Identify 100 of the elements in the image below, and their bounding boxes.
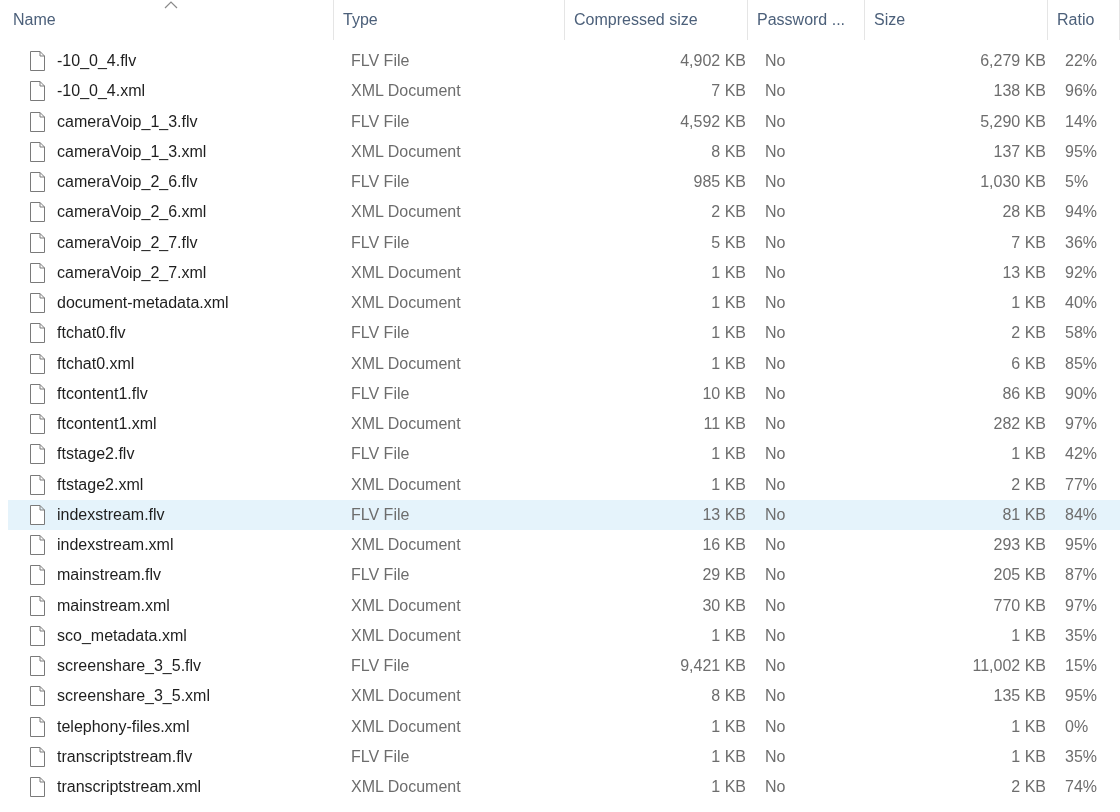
file-row[interactable]: screenshare_3_5.flv FLV File 9,421 KB No 11,002 KB 15% <box>8 651 1120 682</box>
table-cell: 92% <box>1065 263 1098 282</box>
table-cell: 7 KB <box>1011 233 1046 252</box>
table-cell: No <box>765 52 786 71</box>
file-row[interactable]: -10_0_4.flv FLV File 4,902 KB No 6,279 KB 22% <box>8 46 1120 77</box>
table-cell: 74% <box>1065 778 1098 797</box>
file-icon <box>30 686 45 707</box>
table-cell: 0% <box>1065 717 1089 736</box>
file-row[interactable]: transcriptstream.xml XML Document 1 KB No 2 KB 74% <box>8 772 1120 803</box>
table-cell: 29 KB <box>702 566 746 585</box>
file-row[interactable]: mainstream.xml XML Document 30 KB No 770 KB 97% <box>8 590 1120 621</box>
column-header[interactable]: Password ... <box>748 0 865 40</box>
table-cell: 9,421 KB <box>680 657 746 676</box>
file-name: telephony-files.xml <box>57 717 190 736</box>
table-cell: FLV File <box>351 324 410 343</box>
table-cell: 94% <box>1065 203 1098 222</box>
table-cell: 14% <box>1065 112 1098 131</box>
table-cell: No <box>765 505 786 524</box>
file-row[interactable]: ftcontent1.xml XML Document 11 KB No 282 KB 97% <box>8 409 1120 440</box>
table-cell: 86 KB <box>1002 384 1046 403</box>
table-cell: No <box>765 415 786 434</box>
file-name: ftstage2.flv <box>57 445 135 464</box>
table-cell: XML Document <box>351 717 461 736</box>
file-icon <box>30 414 45 435</box>
file-row[interactable]: cameraVoip_2_7.xml XML Document 1 KB No 13 KB 92% <box>8 257 1120 288</box>
table-cell: No <box>765 203 786 222</box>
file-icon <box>30 716 45 737</box>
file-name: indexstream.xml <box>57 536 174 555</box>
file-name: ftcontent1.flv <box>57 384 148 403</box>
table-cell: 42% <box>1065 445 1098 464</box>
file-row[interactable]: indexstream.flv FLV File 13 KB No 81 KB 84% <box>8 499 1120 530</box>
file-icon <box>30 293 45 314</box>
table-cell: No <box>765 82 786 101</box>
table-cell: FLV File <box>351 505 410 524</box>
table-cell: 11 KB <box>703 415 746 434</box>
table-cell: No <box>765 233 786 252</box>
table-cell: 8 KB <box>711 687 746 706</box>
table-cell: XML Document <box>351 354 461 373</box>
table-cell: XML Document <box>351 687 461 706</box>
table-cell: No <box>765 324 786 343</box>
table-cell: No <box>765 566 786 585</box>
file-row[interactable]: cameraVoip_1_3.flv FLV File 4,592 KB No 5,290 KB 14% <box>8 106 1120 137</box>
file-row[interactable]: telephony-files.xml XML Document 1 KB No 1 KB 0% <box>8 711 1120 742</box>
file-row[interactable]: cameraVoip_2_6.xml XML Document 2 KB No 28 KB 94% <box>8 197 1120 228</box>
file-row[interactable]: indexstream.xml XML Document 16 KB No 293 KB 95% <box>8 530 1120 561</box>
table-cell: 1 KB <box>711 747 746 766</box>
table-cell: No <box>765 687 786 706</box>
file-icon <box>30 172 45 193</box>
table-cell: 87% <box>1065 566 1098 585</box>
table-cell: 1 KB <box>711 717 746 736</box>
file-icon <box>30 111 45 132</box>
table-cell: 1 KB <box>1011 294 1046 313</box>
table-cell: 28 KB <box>1002 203 1046 222</box>
file-row[interactable]: ftstage2.flv FLV File 1 KB No 1 KB 42% <box>8 439 1120 470</box>
file-icon <box>30 323 45 344</box>
file-name: cameraVoip_2_6.xml <box>57 203 207 222</box>
table-cell: XML Document <box>351 626 461 645</box>
table-cell: 1 KB <box>711 354 746 373</box>
table-cell: 293 KB <box>993 536 1046 555</box>
table-cell: 205 KB <box>993 566 1046 585</box>
table-cell: FLV File <box>351 747 410 766</box>
file-row[interactable]: -10_0_4.xml XML Document 7 KB No 138 KB 96% <box>8 76 1120 107</box>
file-row[interactable]: ftchat0.xml XML Document 1 KB No 6 KB 85% <box>8 348 1120 379</box>
file-icon <box>30 141 45 162</box>
file-row[interactable]: ftcontent1.flv FLV File 10 KB No 86 KB 90% <box>8 378 1120 409</box>
table-cell: No <box>765 112 786 131</box>
file-icon <box>30 625 45 646</box>
file-row[interactable]: document-metadata.xml XML Document 1 KB No 1 KB 40% <box>8 288 1120 319</box>
column-header[interactable]: Name <box>0 0 334 40</box>
file-name: ftchat0.xml <box>57 354 135 373</box>
table-cell: 2 KB <box>1011 475 1046 494</box>
table-cell: No <box>765 626 786 645</box>
file-row[interactable]: mainstream.flv FLV File 29 KB No 205 KB 87% <box>8 560 1120 591</box>
column-header[interactable]: Compressed size <box>565 0 748 40</box>
file-icon <box>30 746 45 767</box>
file-name: mainstream.xml <box>57 596 170 615</box>
file-row[interactable]: ftchat0.flv FLV File 1 KB No 2 KB 58% <box>8 318 1120 349</box>
table-cell: 95% <box>1065 536 1098 555</box>
table-cell: XML Document <box>351 415 461 434</box>
table-cell: XML Document <box>351 263 461 282</box>
column-header[interactable]: Type <box>334 0 565 40</box>
table-cell: XML Document <box>351 203 461 222</box>
file-row[interactable]: ftstage2.xml XML Document 1 KB No 2 KB 77% <box>8 469 1120 500</box>
column-header[interactable]: Ratio <box>1048 0 1120 40</box>
column-header[interactable]: Size <box>865 0 1048 40</box>
table-cell: 10 KB <box>702 384 746 403</box>
file-row[interactable]: cameraVoip_1_3.xml XML Document 8 KB No 137 KB 95% <box>8 136 1120 167</box>
file-icon <box>30 353 45 374</box>
file-row[interactable]: cameraVoip_2_6.flv FLV File 985 KB No 1,030 KB 5% <box>8 167 1120 198</box>
file-name: transcriptstream.xml <box>57 778 202 797</box>
table-cell: 85% <box>1065 354 1098 373</box>
file-row[interactable]: cameraVoip_2_7.flv FLV File 5 KB No 7 KB 36% <box>8 227 1120 258</box>
file-row[interactable]: sco_metadata.xml XML Document 1 KB No 1 KB 35% <box>8 620 1120 651</box>
table-cell: 1 KB <box>711 778 746 797</box>
file-row[interactable]: transcriptstream.flv FLV File 1 KB No 1 KB 35% <box>8 741 1120 772</box>
file-row[interactable]: screenshare_3_5.xml XML Document 8 KB No 135 KB 95% <box>8 681 1120 712</box>
table-cell: 95% <box>1065 142 1098 161</box>
file-icon <box>30 444 45 465</box>
table-cell: FLV File <box>351 173 410 192</box>
table-cell: 16 KB <box>702 536 746 555</box>
